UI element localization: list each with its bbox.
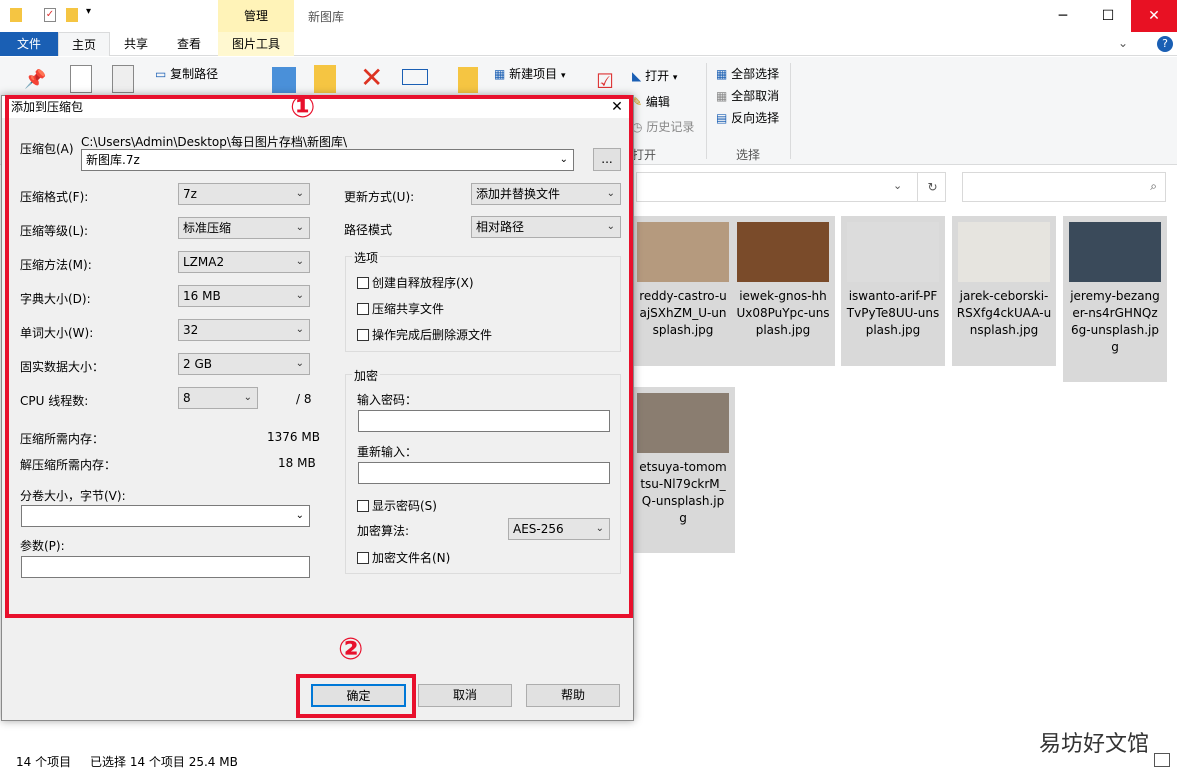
new-item-button[interactable]: ▦ 新建项目 ▾ <box>494 65 566 82</box>
invert-selection-button[interactable]: ▤ 反向选择 <box>716 109 779 126</box>
refresh-icon[interactable]: ↻ <box>917 173 947 201</box>
file-name-line: 6g-unsplash.jp <box>1063 322 1167 339</box>
file-tile[interactable]: etsuya-tomomtsu-Nl79ckrM_Q-unsplash.jpg <box>631 387 735 553</box>
manage-tab[interactable]: 管理 <box>218 0 294 32</box>
file-name-line: nsplash.jpg <box>952 322 1056 339</box>
file-name-line: iewek-gnos-hh <box>731 288 835 305</box>
file-name-line: RSXfg4ckUAA-u <box>952 305 1056 322</box>
group-label-select: 选择 <box>736 146 760 163</box>
file-name-line: plash.jpg <box>731 322 835 339</box>
edit-button[interactable]: ✎ 编辑 <box>632 93 670 110</box>
chevron-down-icon[interactable]: ⌄ <box>893 179 902 192</box>
delete-icon[interactable]: ✕ <box>360 61 383 94</box>
file-name-line: tsu-Nl79ckrM_ <box>631 476 735 493</box>
image-thumbnail <box>1069 222 1161 282</box>
ribbon-divider <box>706 63 707 159</box>
file-name-line: splash.jpg <box>631 322 735 339</box>
annotation-box-2 <box>296 674 416 718</box>
file-name-line: g <box>1063 339 1167 356</box>
file-name-line: etsuya-tomom <box>631 459 735 476</box>
ribbon-divider <box>790 63 791 159</box>
file-tile[interactable]: reddy-castro-uajSXhZM_U-unsplash.jpg <box>631 216 735 366</box>
rename-icon[interactable] <box>402 69 428 85</box>
file-name-line: iswanto-arif-PF <box>841 288 945 305</box>
file-name-line: jarek-ceborski- <box>952 288 1056 305</box>
annotation-number-1: ① <box>290 90 315 125</box>
annotation-box-1 <box>5 95 633 618</box>
file-tile[interactable]: iswanto-arif-PFTvPyTe8UU-unsplash.jpg <box>841 216 945 366</box>
file-tile[interactable]: jarek-ceborski-RSXfg4ckUAA-unsplash.jpg <box>952 216 1056 366</box>
group-label-open: 打开 <box>632 146 656 163</box>
image-thumbnail <box>637 222 729 282</box>
selection-info: 已选择 14 个项目 25.4 MB <box>90 753 238 770</box>
title-bar: ✓ ▾ 管理 新图库 ─ ☐ ✕ <box>0 0 1177 32</box>
new-folder-icon[interactable] <box>458 67 478 93</box>
help-button[interactable]: 帮助 <box>526 684 620 707</box>
open-button[interactable]: ◣ 打开 ▾ <box>632 67 677 84</box>
copy-icon[interactable] <box>70 65 92 93</box>
close-button[interactable]: ✕ <box>1131 0 1177 32</box>
tab-home[interactable]: 主页 <box>58 32 110 56</box>
image-thumbnail <box>958 222 1050 282</box>
window-title: 新图库 <box>308 8 344 25</box>
new-folder-icon[interactable] <box>66 8 78 22</box>
history-button[interactable]: ◷ 历史记录 <box>632 118 694 135</box>
image-thumbnail <box>737 222 829 282</box>
file-name-line: plash.jpg <box>841 322 945 339</box>
file-name-line: Ux08PuYpc-uns <box>731 305 835 322</box>
maximize-button[interactable]: ☐ <box>1085 0 1131 32</box>
file-name-line: TvPyTe8UU-uns <box>841 305 945 322</box>
quick-access-dropdown-icon[interactable]: ▾ <box>86 6 91 17</box>
copy-path-button[interactable]: ▭ 复制路径 <box>155 65 218 82</box>
minimize-button[interactable]: ─ <box>1040 0 1086 32</box>
address-bar[interactable]: ⌄ ↻ <box>636 172 946 202</box>
file-name-line: ajSXhZM_U-un <box>631 305 735 322</box>
annotation-number-2: ② <box>338 632 363 667</box>
properties-icon[interactable]: ✓ <box>44 8 56 22</box>
status-bar: 14 个项目 已选择 14 个项目 25.4 MB <box>0 748 1177 773</box>
file-name-line: er-ns4rGHNQz <box>1063 305 1167 322</box>
tab-picture-tools[interactable]: 图片工具 <box>218 32 294 56</box>
copy-to-icon[interactable] <box>314 65 336 93</box>
file-name-line: g <box>631 510 735 527</box>
folder-icon <box>10 8 22 22</box>
item-count: 14 个项目 <box>16 753 71 770</box>
properties-icon[interactable]: ☑ <box>596 69 614 93</box>
file-name-line: reddy-castro-u <box>631 288 735 305</box>
watermark: 易坊好文馆 <box>1039 726 1149 758</box>
file-tile[interactable]: iewek-gnos-hhUx08PuYpc-unsplash.jpg <box>731 216 835 366</box>
collapse-ribbon-icon[interactable]: ⌄ <box>1118 36 1128 50</box>
details-view-icon[interactable] <box>1154 753 1170 767</box>
tab-share[interactable]: 共享 <box>110 32 162 56</box>
image-thumbnail <box>637 393 729 453</box>
help-icon[interactable]: ? <box>1157 36 1173 52</box>
select-none-button[interactable]: ▦ 全部取消 <box>716 87 779 104</box>
search-icon: ⌕ <box>1150 179 1157 194</box>
file-tile[interactable]: jeremy-bezanger-ns4rGHNQz6g-unsplash.jpg <box>1063 216 1167 382</box>
tab-file[interactable]: 文件 <box>0 32 58 56</box>
file-name-line: jeremy-bezang <box>1063 288 1167 305</box>
search-input[interactable]: ⌕ <box>962 172 1166 202</box>
tab-view[interactable]: 查看 <box>162 32 216 56</box>
select-all-button[interactable]: ▦ 全部选择 <box>716 65 779 82</box>
pin-icon[interactable]: 📌 <box>24 69 46 90</box>
file-name-line: Q-unsplash.jp <box>631 493 735 510</box>
ribbon-tabs: 文件 主页 共享 查看 图片工具 ⌄ ? <box>0 32 1177 56</box>
cancel-button[interactable]: 取消 <box>418 684 512 707</box>
image-thumbnail <box>847 222 939 282</box>
paste-icon[interactable] <box>112 65 134 93</box>
